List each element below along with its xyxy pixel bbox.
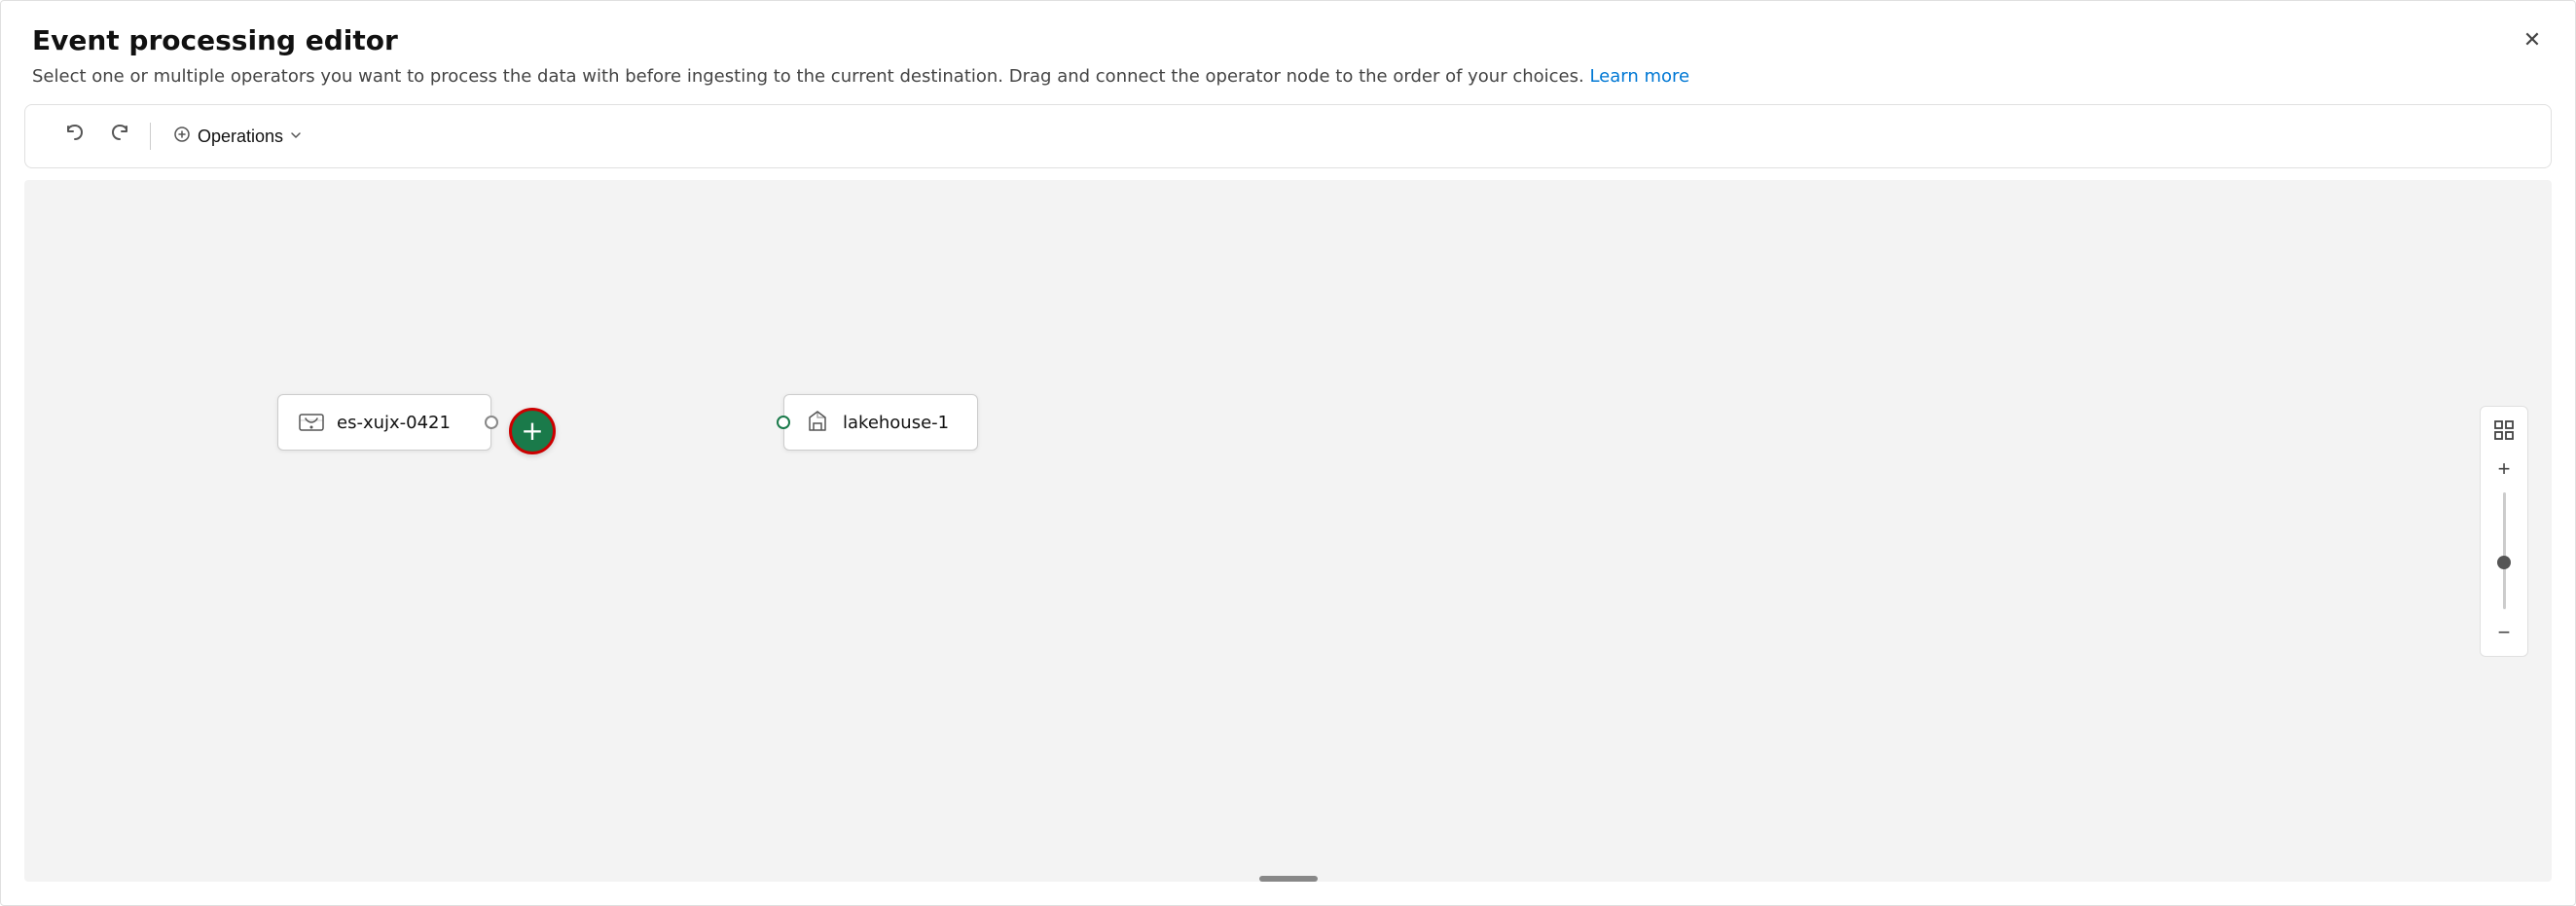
undo-icon <box>64 123 86 150</box>
operations-icon <box>172 125 192 149</box>
dialog-subtitle: Select one or multiple operators you wan… <box>32 64 2544 89</box>
zoom-controls: + − <box>2480 406 2528 657</box>
add-operation-button[interactable]: + <box>509 408 556 454</box>
add-icon: + <box>521 417 543 445</box>
operations-label: Operations <box>198 127 283 147</box>
close-icon: ✕ <box>2523 27 2541 53</box>
scroll-indicator <box>1259 876 1318 882</box>
zoom-out-icon: − <box>2498 620 2511 645</box>
source-node-icon <box>298 409 325 436</box>
toolbar-divider <box>150 123 151 150</box>
undo-button[interactable] <box>56 117 93 156</box>
learn-more-link[interactable]: Learn more <box>1589 66 1689 87</box>
redo-icon <box>109 123 130 150</box>
event-processing-dialog: Event processing editor Select one or mu… <box>0 0 2576 906</box>
dialog-header: Event processing editor Select one or mu… <box>1 1 2575 104</box>
source-node-label: es-xujx-0421 <box>337 413 451 433</box>
operations-chevron-icon <box>289 127 303 147</box>
destination-node-input-port[interactable] <box>777 416 790 429</box>
subtitle-text: Select one or multiple operators you wan… <box>32 66 1584 87</box>
destination-node-icon <box>804 409 831 436</box>
operations-dropdown-button[interactable]: Operations <box>163 119 312 155</box>
zoom-slider-track <box>2503 492 2506 609</box>
zoom-slider-thumb[interactable] <box>2497 556 2511 569</box>
zoom-in-icon: + <box>2498 456 2511 482</box>
zoom-out-button[interactable]: − <box>2485 613 2523 652</box>
fit-to-screen-button[interactable] <box>2485 411 2523 450</box>
close-button[interactable]: ✕ <box>2513 20 2552 59</box>
source-node[interactable]: es-xujx-0421 <box>277 394 491 451</box>
zoom-in-button[interactable]: + <box>2485 450 2523 489</box>
dialog-title: Event processing editor <box>32 24 2544 56</box>
redo-button[interactable] <box>101 117 138 156</box>
toolbar: Operations <box>24 104 2552 168</box>
source-node-output-port[interactable] <box>485 416 498 429</box>
destination-node-label: lakehouse-1 <box>843 413 949 433</box>
destination-node[interactable]: lakehouse-1 <box>783 394 978 451</box>
canvas-area: es-xujx-0421 + lakehouse-1 <box>24 180 2552 882</box>
